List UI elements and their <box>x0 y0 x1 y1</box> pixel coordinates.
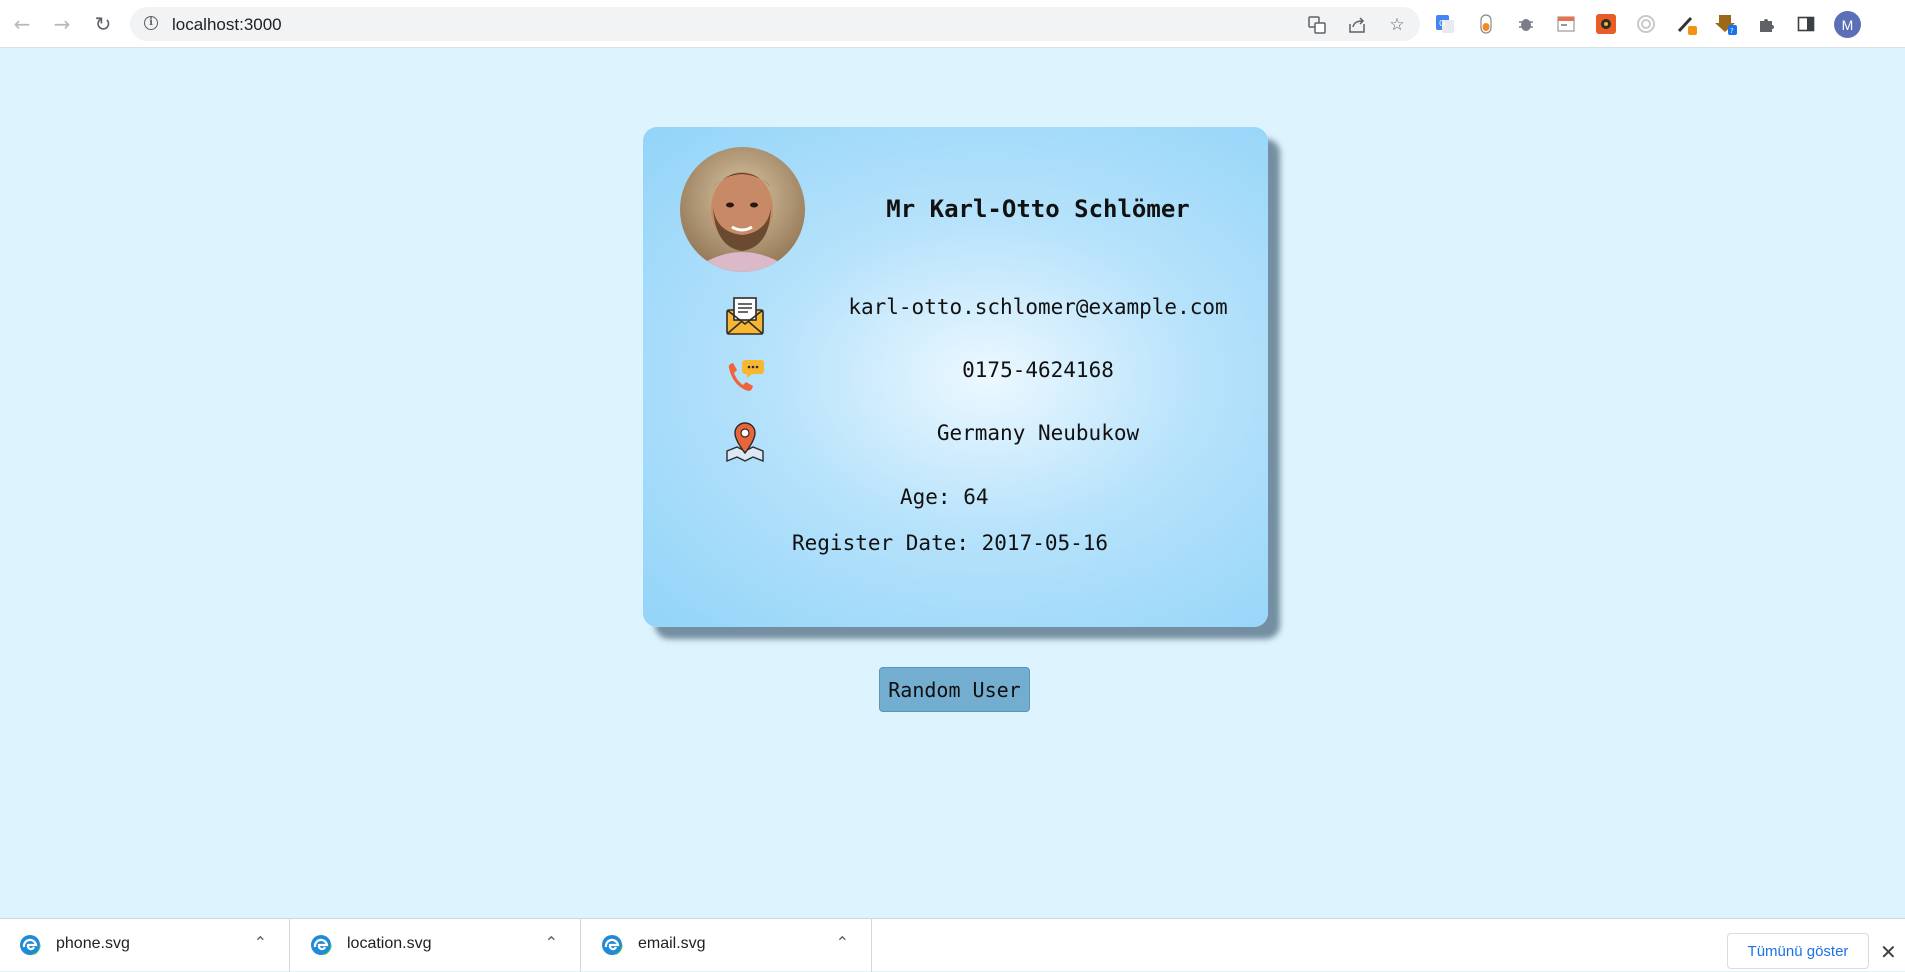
site-info-icon[interactable]: i <box>144 16 158 30</box>
location-pin-icon <box>723 419 767 463</box>
profile-avatar[interactable]: M <box>1834 11 1861 38</box>
window-extension-icon[interactable] <box>1554 12 1578 36</box>
download-helper-extension-icon[interactable]: ? <box>1714 12 1738 36</box>
browser-toolbar: ← → ↻ i localhost:3000 ☆ G ? M <box>0 0 1905 48</box>
svg-text:?: ? <box>1730 27 1734 35</box>
edge-file-icon <box>600 933 624 957</box>
google-translate-extension-icon[interactable]: G <box>1433 12 1457 36</box>
download-filename: location.svg <box>347 935 432 952</box>
user-location: Germany Neubukow <box>936 421 1140 445</box>
close-icon[interactable]: ✕ <box>1880 940 1897 964</box>
random-user-button[interactable]: Random User <box>879 667 1030 712</box>
email-icon <box>723 294 767 338</box>
user-age: Age: 64 <box>900 485 989 509</box>
user-phone: 0175-4624168 <box>962 358 1114 382</box>
chevron-up-icon[interactable]: ⌃ <box>254 933 267 952</box>
user-card: Mr Karl-Otto Schlömer karl-otto.schlomer… <box>643 127 1268 627</box>
download-filename: phone.svg <box>56 935 130 952</box>
edge-file-icon <box>18 933 42 957</box>
bug-extension-icon[interactable] <box>1514 12 1538 36</box>
side-panel-icon[interactable] <box>1794 12 1818 36</box>
spiral-extension-icon[interactable] <box>1634 12 1658 36</box>
show-all-downloads-button[interactable]: Tümünü göster <box>1727 933 1869 969</box>
back-arrow-icon[interactable]: ← <box>8 10 36 38</box>
url-text[interactable]: localhost:3000 <box>172 15 282 35</box>
user-email: karl-otto.schlomer@example.com <box>848 295 1228 319</box>
chevron-up-icon[interactable]: ⌃ <box>836 933 849 952</box>
address-bar[interactable]: i localhost:3000 ☆ <box>130 7 1420 41</box>
reload-icon[interactable]: ↻ <box>89 10 117 38</box>
bookmark-star-icon[interactable]: ☆ <box>1387 15 1407 35</box>
user-register-date: Register Date: 2017-05-16 <box>792 531 1109 555</box>
share-icon[interactable] <box>1347 15 1367 35</box>
download-item[interactable]: email.svg ⌃ <box>582 919 872 972</box>
download-bar: phone.svg ⌃ location.svg ⌃ email.svg ⌃ <box>0 918 1905 972</box>
color-picker-extension-icon[interactable] <box>1674 12 1698 36</box>
forward-arrow-icon[interactable]: → <box>48 10 76 38</box>
download-item[interactable]: phone.svg ⌃ <box>0 919 290 972</box>
chevron-up-icon[interactable]: ⌃ <box>545 933 558 952</box>
extension-capsule-icon[interactable] <box>1474 12 1498 36</box>
puzzle-extensions-icon[interactable] <box>1754 12 1778 36</box>
svg-text:G: G <box>1439 19 1445 28</box>
phone-icon <box>723 356 767 400</box>
download-item[interactable]: location.svg ⌃ <box>291 919 581 972</box>
edge-file-icon <box>309 933 333 957</box>
colorful-extension-icon[interactable] <box>1594 12 1618 36</box>
user-avatar <box>680 147 805 272</box>
translate-icon[interactable] <box>1307 15 1327 35</box>
download-filename: email.svg <box>638 935 706 952</box>
user-full-name: Mr Karl-Otto Schlömer <box>886 195 1190 223</box>
